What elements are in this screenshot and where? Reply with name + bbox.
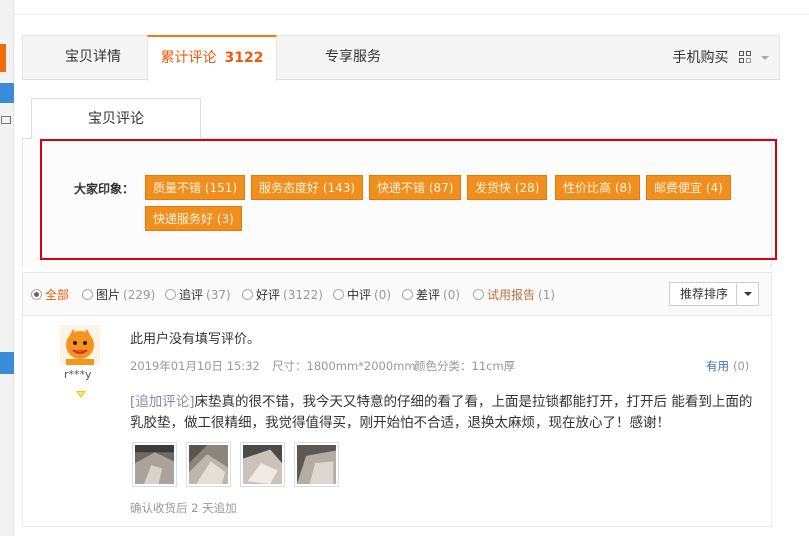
left-edge-accent [0,44,6,72]
top-divider [14,14,809,15]
filter-label: 差评 [416,288,441,302]
review-date: 2019年01月10日 15:32 [130,359,260,373]
radio-icon [333,289,344,300]
append-tag: [追加评论] [130,394,195,410]
tab-label: 累计评论 [160,50,217,66]
filter-neutral[interactable]: 中评 (0) [333,286,391,303]
radio-icon [165,289,176,300]
tab-label: 专享服务 [325,49,381,65]
vip-level-icon [76,391,86,398]
filter-good[interactable]: 好评 (3122) [242,286,323,303]
review-text: 此用户没有填写评价。 [130,332,261,347]
chevron-down-icon[interactable] [736,283,758,305]
reviewer-name: r***y [64,368,92,381]
radio-icon [31,289,42,300]
filter-label: 图片 [96,288,121,302]
tab-services[interactable]: 专享服务 [293,35,413,80]
filter-label: 好评 [256,288,281,302]
sort-label: 推荐排序 [680,287,729,301]
highlight-box [40,139,777,260]
useful-count: (0) [733,359,750,373]
filter-count: (0) [374,288,392,302]
page-left-edge [0,0,14,536]
left-edge-blue-block [0,352,14,374]
review-size: 尺寸：1800mm*2000mm [272,359,416,373]
tab-reviews[interactable]: 累计评论 3122 [147,35,277,81]
filter-count: (1) [538,288,556,302]
review-count: 3122 [224,50,264,66]
review-photo-thumbnail[interactable] [240,442,285,487]
filter-label: 试用报告 [487,288,536,302]
append-time-note: 确认收货后 2 天追加 [130,501,237,515]
filter-pictures[interactable]: 图片 (229) [82,286,155,303]
radio-icon [242,289,253,300]
review-photo-thumbnail[interactable] [294,442,339,487]
radio-icon [402,289,413,300]
tab-product-reviews[interactable]: 宝贝评论 [31,98,201,139]
radio-icon [82,289,93,300]
avatar [60,325,100,365]
useful-label: 有用 [706,359,729,373]
filter-count: (3122) [283,288,323,302]
tab-label: 宝贝详情 [65,49,121,65]
review-color: 颜色分类：11cm厚 [414,359,516,373]
mail-icon [1,116,11,124]
tab-item-details[interactable]: 宝贝详情 [33,35,153,80]
main-tab-bar: 宝贝详情 累计评论 3122 专享服务 手机购买 [22,35,780,81]
left-edge-blue-block [0,83,14,103]
filter-count: (229) [123,288,156,302]
append-text: 床垫真的很不错，我今天又特意的仔细的看了看，上面是拉锁都能打开，打开后 能看到上… [130,394,753,431]
qr-code-icon [739,51,751,63]
filter-bad[interactable]: 差评 (0) [402,286,460,303]
filter-all[interactable]: 全部 [31,286,69,303]
chevron-down-icon [761,56,769,60]
review-photo-thumbnail[interactable] [132,442,177,487]
appended-review: [追加评论]床垫真的很不错，我今天又特意的仔细的看了看，上面是拉锁都能打开，打开… [130,392,755,434]
review-divider [22,526,772,527]
filter-label: 追评 [179,288,204,302]
filter-count: (37) [206,288,231,302]
sub-tab-label: 宝贝评论 [88,111,144,127]
radio-icon [473,289,484,300]
filter-label: 中评 [347,288,372,302]
review-photo-thumbnail[interactable] [186,442,231,487]
mobile-buy-button[interactable]: 手机购买 [673,36,751,80]
useful-button[interactable]: 有用 (0) [706,358,749,374]
filter-trial-report[interactable]: 试用报告 (1) [473,286,555,303]
filter-followup[interactable]: 追评 (37) [165,286,231,303]
mobile-buy-label: 手机购买 [672,50,729,66]
filter-label: 全部 [45,288,70,302]
sort-dropdown[interactable]: 推荐排序 [669,282,759,306]
filter-count: (0) [443,288,461,302]
